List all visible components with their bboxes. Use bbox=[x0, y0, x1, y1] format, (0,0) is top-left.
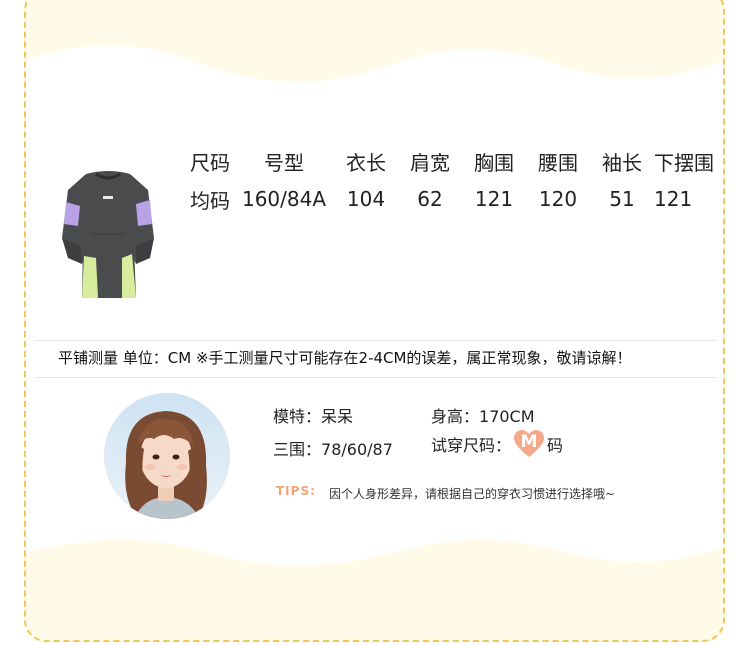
header-bust: 胸围 bbox=[474, 150, 514, 175]
model-height-label: 身高： bbox=[431, 407, 480, 426]
divider-bottom bbox=[34, 377, 716, 378]
header-sleeve: 袖长 bbox=[602, 150, 642, 175]
tips-text: 因个人身形差异，请根据自己的穿衣习惯进行选择哦~ bbox=[329, 487, 616, 501]
header-waist: 腰围 bbox=[538, 150, 578, 175]
heart-size-value: M bbox=[520, 432, 538, 452]
header-shoulder: 肩宽 bbox=[410, 150, 450, 175]
value-shoulder: 62 bbox=[417, 187, 443, 211]
logo-mark bbox=[103, 196, 113, 199]
value-waist: 120 bbox=[538, 187, 578, 211]
heart-size-badge: M bbox=[513, 430, 545, 458]
model-height-value: 170CM bbox=[479, 407, 535, 426]
header-length: 衣长 bbox=[346, 150, 386, 175]
value-length: 104 bbox=[346, 187, 386, 211]
size-table: 尺码 号型 衣长 肩宽 胸围 腰围 袖长 下摆围 均码 160/84A 104 … bbox=[190, 142, 716, 218]
bottom-wave-decoration bbox=[26, 518, 723, 566]
model-name: 模特：呆呆 bbox=[273, 403, 353, 427]
model-name-label: 模特： bbox=[273, 407, 322, 426]
model-size-label: 试穿尺码： bbox=[431, 436, 512, 455]
divider-top bbox=[34, 340, 716, 341]
size-table-header: 尺码 号型 衣长 肩宽 胸围 腰围 袖长 下摆围 bbox=[190, 142, 716, 180]
garment-image bbox=[62, 171, 154, 298]
model-measurements: 三围：78/60/87 bbox=[273, 436, 393, 460]
model-height: 身高：170CM bbox=[431, 403, 535, 427]
value-size: 均码 bbox=[190, 188, 230, 213]
header-model-type: 号型 bbox=[264, 150, 304, 175]
model-size-suffix: 码 bbox=[547, 436, 564, 455]
header-size: 尺码 bbox=[190, 150, 230, 175]
model-measure-value: 78/60/87 bbox=[321, 440, 393, 459]
value-bust: 121 bbox=[474, 187, 514, 211]
header-hem: 下摆围 bbox=[654, 150, 714, 175]
model-trial-size: 试穿尺码： M 码 bbox=[431, 430, 563, 458]
size-card bbox=[24, 0, 725, 642]
value-model-type: 160/84A bbox=[241, 187, 327, 211]
top-wave-decoration bbox=[26, 45, 723, 110]
value-hem: 121 bbox=[654, 187, 693, 211]
measurement-note: 平铺测量 单位：CM ※手工测量尺寸可能存在2-4CM的误差，属正常现象，敬请谅… bbox=[58, 349, 632, 367]
green-panel-left bbox=[82, 256, 98, 298]
tips-label: TIPS: bbox=[276, 484, 316, 498]
model-measure-label: 三围： bbox=[273, 440, 322, 459]
purple-sleeve-right bbox=[136, 200, 152, 226]
model-avatar bbox=[104, 393, 230, 519]
value-sleeve: 51 bbox=[609, 187, 635, 211]
size-table-row: 均码 160/84A 104 62 121 120 51 121 bbox=[190, 180, 716, 218]
model-name-value: 呆呆 bbox=[321, 407, 354, 426]
purple-sleeve-left bbox=[64, 202, 80, 226]
